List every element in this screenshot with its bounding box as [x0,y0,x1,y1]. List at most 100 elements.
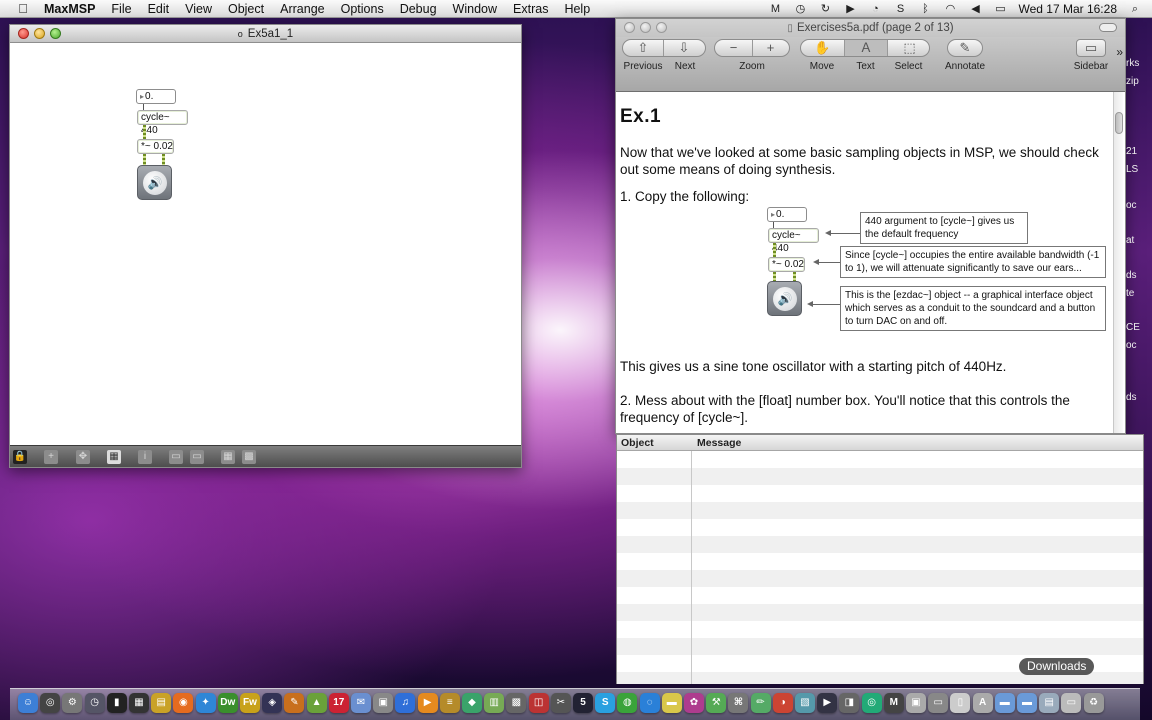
globe-icon[interactable]: ◎ [861,693,882,713]
m-icon[interactable]: M [768,3,782,15]
skype-icon[interactable]: S [595,693,616,713]
dashboard-icon[interactable]: ◎ [40,693,61,713]
tool-icon[interactable]: ✂ [550,693,571,713]
menu-options[interactable]: Options [341,2,384,16]
minimize-button[interactable] [34,28,45,39]
volume-icon[interactable]: ◀ [968,3,982,15]
apple-icon[interactable]:  [14,1,32,16]
ical-icon[interactable]: 17 [328,693,349,713]
annotate-button[interactable]: ✎ [947,39,983,57]
window-icon[interactable]: ▭ [169,450,183,464]
fireworks-icon[interactable]: Fw [240,693,260,713]
menu-view[interactable]: View [185,2,212,16]
toolbar-toggle-button[interactable] [1099,23,1117,32]
menu-window[interactable]: Window [453,2,497,16]
ichat-icon[interactable]: ◌ [639,693,660,713]
doc-icon[interactable]: ▯ [950,693,971,713]
signal-patchcord[interactable] [143,125,146,139]
stack-icon[interactable]: ▤ [1039,693,1060,713]
new-object-icon[interactable]: + [44,450,58,464]
minimize-button[interactable] [640,22,651,33]
menu-arrange[interactable]: Arrange [280,2,324,16]
itunes-icon[interactable]: ♫ [395,693,416,713]
safari-icon[interactable]: ✦ [195,693,216,713]
pencil-icon[interactable]: ✏ [750,693,771,713]
font-icon[interactable]: A [972,693,993,713]
firefox-icon[interactable]: ◉ [173,693,194,713]
vlc-icon[interactable]: ▶ [417,693,438,713]
menu-extras[interactable]: Extras [513,2,548,16]
terminal-icon[interactable]: ▮ [106,693,127,713]
sidebar-button[interactable]: ▭ [1076,39,1106,57]
flower-icon[interactable]: ✿ [684,693,704,713]
presentation-icon[interactable]: ▦ [107,450,121,464]
film-icon[interactable]: ▶ [817,693,838,713]
zoom-button[interactable] [50,28,61,39]
five-icon[interactable]: 5 [573,693,593,713]
spotify-icon[interactable]: ◍ [617,693,638,713]
pdf-scroll-thumb[interactable] [1115,112,1123,134]
window-alt-icon[interactable]: ▭ [190,450,204,464]
grid-icon[interactable]: ▦ [221,450,235,464]
pdf-icon[interactable]: ◫ [528,693,549,713]
battery-icon[interactable]: ▭ [993,3,1007,15]
preview-icon[interactable]: ▣ [373,693,394,713]
menu-debug[interactable]: Debug [400,2,437,16]
mixer-icon[interactable]: ▩ [506,693,527,713]
spotlight-icon[interactable]: ⌕ [1128,3,1142,15]
grid-snap-icon[interactable]: ▩ [242,450,256,464]
box-icon[interactable]: ▣ [906,693,926,713]
zoom-out-button[interactable]: − [715,40,753,56]
books-icon[interactable]: ▥ [484,693,505,713]
console-messages[interactable] [617,451,1143,684]
illustrator-icon[interactable]: ✎ [284,693,305,713]
patcher-canvas[interactable]: 0. cycle~ 440 *~ 0.02 🔊 [10,43,521,447]
sketch-icon[interactable]: ◆ [462,693,482,713]
zoom-in-button[interactable]: + [752,40,789,56]
cycle-object[interactable]: cycle~ 440 [137,110,188,136]
bluetooth-icon[interactable]: ᛒ [918,3,932,15]
text-tool-button[interactable]: Ａ [845,40,888,56]
wifi-icon[interactable]: ◠ [943,3,957,15]
clock-icon[interactable]: ◔ [868,3,882,15]
clapper-icon[interactable]: ◨ [839,693,860,713]
close-button[interactable] [624,22,635,33]
console-col-object[interactable]: Object [621,437,654,449]
float-number-box[interactable]: 0. [136,89,176,104]
dreamweaver-icon[interactable]: Dw [217,693,238,713]
menu-edit[interactable]: Edit [148,2,170,16]
patcher-titlebar[interactable]: o Ex5a1_1 [10,25,521,43]
previous-button[interactable]: ⇧ [623,40,664,56]
menu-app-name[interactable]: MaxMSP [44,2,95,16]
next-button[interactable]: ⇩ [663,40,705,56]
zoom-button[interactable] [656,22,667,33]
time-machine-icon[interactable]: ◷ [793,3,807,15]
menu-object[interactable]: Object [228,2,264,16]
timemachine-icon[interactable]: ◷ [84,693,105,713]
play-icon[interactable]: ▶ [843,3,857,15]
max-icon[interactable]: M [883,693,904,713]
mail-icon[interactable]: ✉ [351,693,371,713]
select-tool-button[interactable]: ⬚ [888,40,931,56]
skype-icon[interactable]: S [893,3,907,15]
preview-titlebar[interactable]: ▯ Exercises5a.pdf (page 2 of 13) [616,19,1125,37]
trash-icon[interactable]: ♻ [1083,693,1104,713]
info-icon[interactable]: i [138,450,152,464]
finder-icon[interactable]: ☺ [18,693,38,713]
system-prefs-icon[interactable]: ⚙ [62,693,83,713]
menu-file[interactable]: File [111,2,131,16]
network-icon[interactable]: ⌘ [728,693,749,713]
textedit-icon[interactable]: ≡ [439,693,460,713]
stickies-icon[interactable]: ▬ [661,693,682,713]
folder-icon[interactable]: ▬ [994,693,1015,713]
photoshop-icon[interactable]: ◈ [262,693,283,713]
move-icon[interactable]: ✥ [76,450,90,464]
console-col-message[interactable]: Message [697,437,741,449]
sync-icon[interactable]: ↻ [818,3,832,15]
coda-icon[interactable]: ◑ [772,693,793,713]
chart-icon[interactable]: ▧ [795,693,815,713]
drive-icon[interactable]: ▭ [928,693,949,713]
notes-icon[interactable]: ▤ [151,693,172,713]
pdf-page[interactable]: Ex.1 Now that we've looked at some basic… [616,92,1125,433]
toolbar-overflow-icon[interactable]: » [1116,45,1123,59]
